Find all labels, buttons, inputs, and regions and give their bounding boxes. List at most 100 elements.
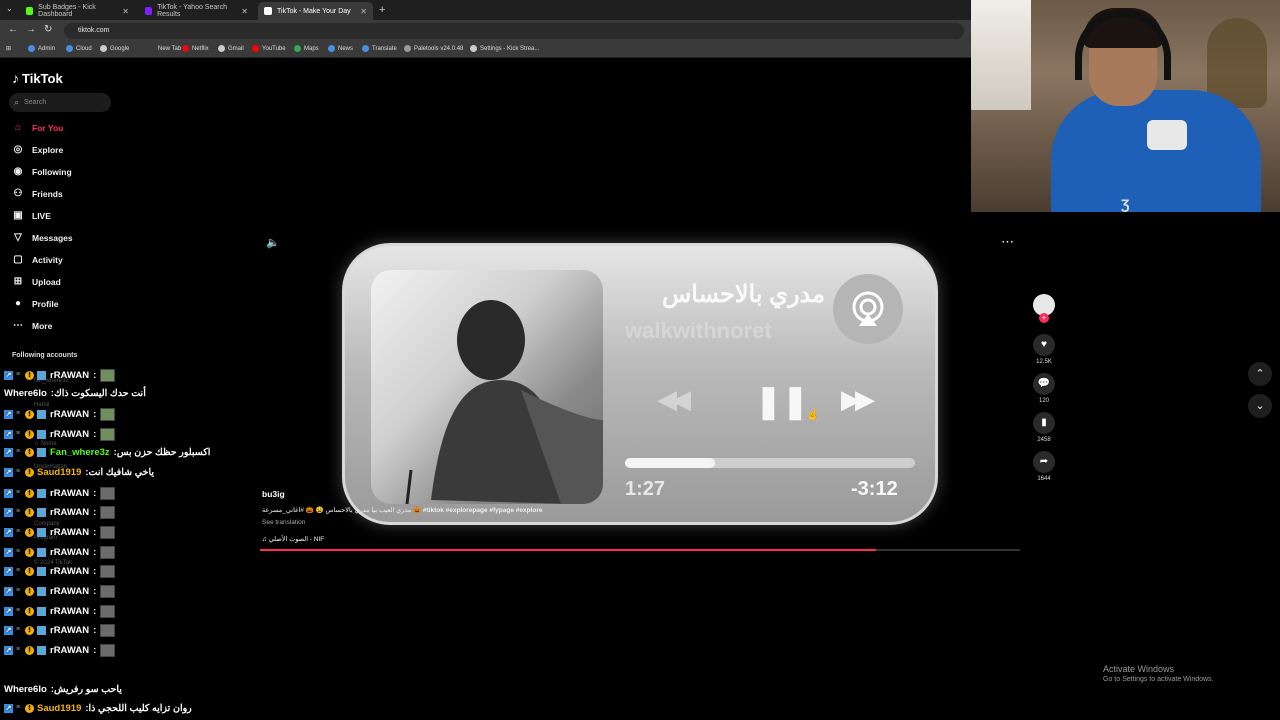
- chat-username[interactable]: Where6lo: [4, 684, 47, 695]
- url-field[interactable]: tiktok.com: [64, 23, 964, 39]
- tab-search-icon[interactable]: ⌄: [6, 4, 13, 13]
- chat-badge-icon: [37, 448, 46, 457]
- sidebar-item-friends[interactable]: ⚇ Friends: [12, 188, 63, 199]
- bookmark-item[interactable]: Paletools v24.0.48: [404, 45, 463, 52]
- address-bar-row: ← → ↻ tiktok.com: [0, 20, 971, 42]
- sidebar-item-messages[interactable]: ▽ Messages: [12, 232, 73, 243]
- chat-emote: [100, 565, 116, 578]
- new-tab-button[interactable]: +: [379, 4, 385, 16]
- bookmark-item[interactable]: Netflix: [182, 45, 209, 52]
- chat-username[interactable]: rRAWAN: [50, 586, 89, 597]
- more-options-icon[interactable]: ⋯: [1001, 234, 1015, 250]
- chat-username[interactable]: rRAWAN: [50, 606, 89, 617]
- next-video-button[interactable]: ⌄: [1248, 394, 1272, 418]
- chat-username[interactable]: rRAWAN: [50, 507, 89, 518]
- chat-username[interactable]: Saud1919: [37, 467, 81, 478]
- bookmarks-bar: ⊞ Admin Cloud Google New Tab Netflix Gmail You…: [0, 42, 971, 58]
- chat-badge-icon: [37, 508, 46, 517]
- see-translation-link[interactable]: See translation: [262, 519, 305, 526]
- forward-icon[interactable]: →: [26, 24, 36, 35]
- activate-windows-watermark: Activate Windows Go to Settings to activ…: [1103, 664, 1214, 683]
- chat-emote: [100, 585, 116, 598]
- previous-video-button[interactable]: ⌃: [1248, 362, 1272, 386]
- chat-badge-icon: !: [25, 371, 34, 380]
- bookmark-icon[interactable]: ▮: [1033, 412, 1055, 434]
- sidebar-item-profile[interactable]: ● Profile: [12, 298, 58, 309]
- sound-link[interactable]: ♫ الصوت الأصلي - NIF: [262, 535, 324, 543]
- tiktok-logo[interactable]: ♪ TikTok: [12, 70, 63, 86]
- bookmark-item[interactable]: New Tab: [148, 45, 181, 52]
- sidebar-item-more[interactable]: ⋯ More: [12, 320, 52, 331]
- bookmark-item[interactable]: Settings - Kick Strea...: [470, 45, 539, 52]
- bookmark-label: Google: [110, 45, 130, 52]
- tab-close-icon[interactable]: ✕: [360, 7, 367, 16]
- bookmark-item[interactable]: News: [328, 45, 353, 52]
- bookmark-label: Settings - Kick Strea...: [480, 45, 540, 52]
- more-icon: ⋯: [13, 320, 23, 331]
- chat-username[interactable]: rRAWAN: [50, 429, 89, 440]
- browser-tab[interactable]: TikTok - Make Your Day ✕: [258, 2, 373, 20]
- chat-username[interactable]: Fan_where3z: [50, 447, 110, 458]
- bookmark-item[interactable]: Translate: [362, 45, 397, 52]
- chat-username[interactable]: rRAWAN: [50, 370, 89, 381]
- chat-badge-icon: ≡: [16, 508, 21, 515]
- bookmark-action[interactable]: ▮ 2458: [1032, 412, 1056, 443]
- chat-username[interactable]: Where6lo: [4, 388, 47, 399]
- chat-badge-icon: [37, 430, 46, 439]
- tab-close-icon[interactable]: ✕: [241, 7, 248, 16]
- faded-sidebar-text: ✩ Nome: [34, 441, 57, 447]
- tab-title: Sub Badges - Kick Dashboard: [38, 4, 96, 18]
- chat-badge-icon: ≡: [16, 430, 21, 437]
- video-author[interactable]: bu3ig: [262, 489, 285, 499]
- sidebar-item-following[interactable]: ◉ Following: [12, 166, 72, 177]
- chat-emote: [100, 526, 116, 539]
- chat-username[interactable]: rRAWAN: [50, 566, 89, 577]
- reload-icon[interactable]: ↻: [44, 24, 52, 35]
- browser-tab[interactable]: TikTok - Yahoo Search Results ✕: [139, 2, 254, 20]
- sidebar-item-explore[interactable]: ◎ Explore: [12, 144, 64, 155]
- bookmark-item[interactable]: Cloud: [66, 45, 92, 52]
- comment-icon[interactable]: 💬: [1033, 373, 1055, 395]
- sidebar-item-upload[interactable]: ⊞ Upload: [12, 276, 61, 287]
- heart-icon[interactable]: ♥: [1033, 334, 1055, 356]
- chat-badge-icon: ↗: [4, 587, 13, 596]
- video-progress-bar[interactable]: [260, 549, 1020, 551]
- sidebar-item-live[interactable]: ▣ LIVE: [12, 210, 51, 221]
- chat-username[interactable]: rRAWAN: [50, 409, 89, 420]
- bookmark-item[interactable]: Gmail: [218, 45, 244, 52]
- chat-emote: [100, 644, 116, 657]
- like-action[interactable]: ♥ 12.5K: [1032, 334, 1056, 365]
- chat-message: Where6lo: ياحب سو رفريش: [4, 684, 122, 695]
- caption-hashtags[interactable]: #tiktok #explorepage #fypage #explore: [423, 507, 543, 514]
- sidebar-item-activity[interactable]: ▢ Activity: [12, 254, 62, 265]
- chat-message: ↗ ≡! rRAWAN:: [4, 526, 116, 539]
- share-action[interactable]: ➦ 1644: [1032, 451, 1056, 482]
- sidebar-item-for-you[interactable]: ⌂ For You: [12, 122, 63, 133]
- bookmark-item[interactable]: Google: [100, 45, 129, 52]
- next-track-icon: ▶▶: [841, 384, 875, 414]
- chat-username[interactable]: rRAWAN: [50, 488, 89, 499]
- tab-close-icon[interactable]: ✕: [122, 7, 129, 16]
- bookmark-item[interactable]: Admin: [28, 45, 55, 52]
- chat-username[interactable]: Saud1919: [37, 703, 81, 714]
- apps-icon[interactable]: ⊞: [6, 45, 11, 52]
- comment-action[interactable]: 💬 120: [1032, 373, 1056, 404]
- chat-username[interactable]: rRAWAN: [50, 527, 89, 538]
- bookmark-item[interactable]: Maps: [294, 45, 319, 52]
- bookmark-label: YouTube: [262, 45, 286, 52]
- volume-icon[interactable]: 🔈: [266, 236, 280, 249]
- chat-username[interactable]: rRAWAN: [50, 547, 89, 558]
- back-icon[interactable]: ←: [8, 24, 18, 35]
- chat-badge-icon: ↗: [4, 410, 13, 419]
- chat-badge-icon: !: [25, 448, 34, 457]
- share-icon[interactable]: ➦: [1033, 451, 1055, 473]
- chat-username[interactable]: rRAWAN: [50, 645, 89, 656]
- chat-message: ↗ ≡! rRAWAN:: [4, 546, 116, 559]
- follow-plus-icon[interactable]: +: [1039, 313, 1049, 323]
- bookmark-favicon-icon: [328, 45, 335, 52]
- chat-badge-icon: ≡: [16, 489, 21, 496]
- search-input[interactable]: ⌕ Search: [9, 93, 111, 112]
- chat-username[interactable]: rRAWAN: [50, 625, 89, 636]
- browser-tab[interactable]: Sub Badges - Kick Dashboard ✕: [20, 2, 135, 20]
- bookmark-item[interactable]: YouTube: [252, 45, 286, 52]
